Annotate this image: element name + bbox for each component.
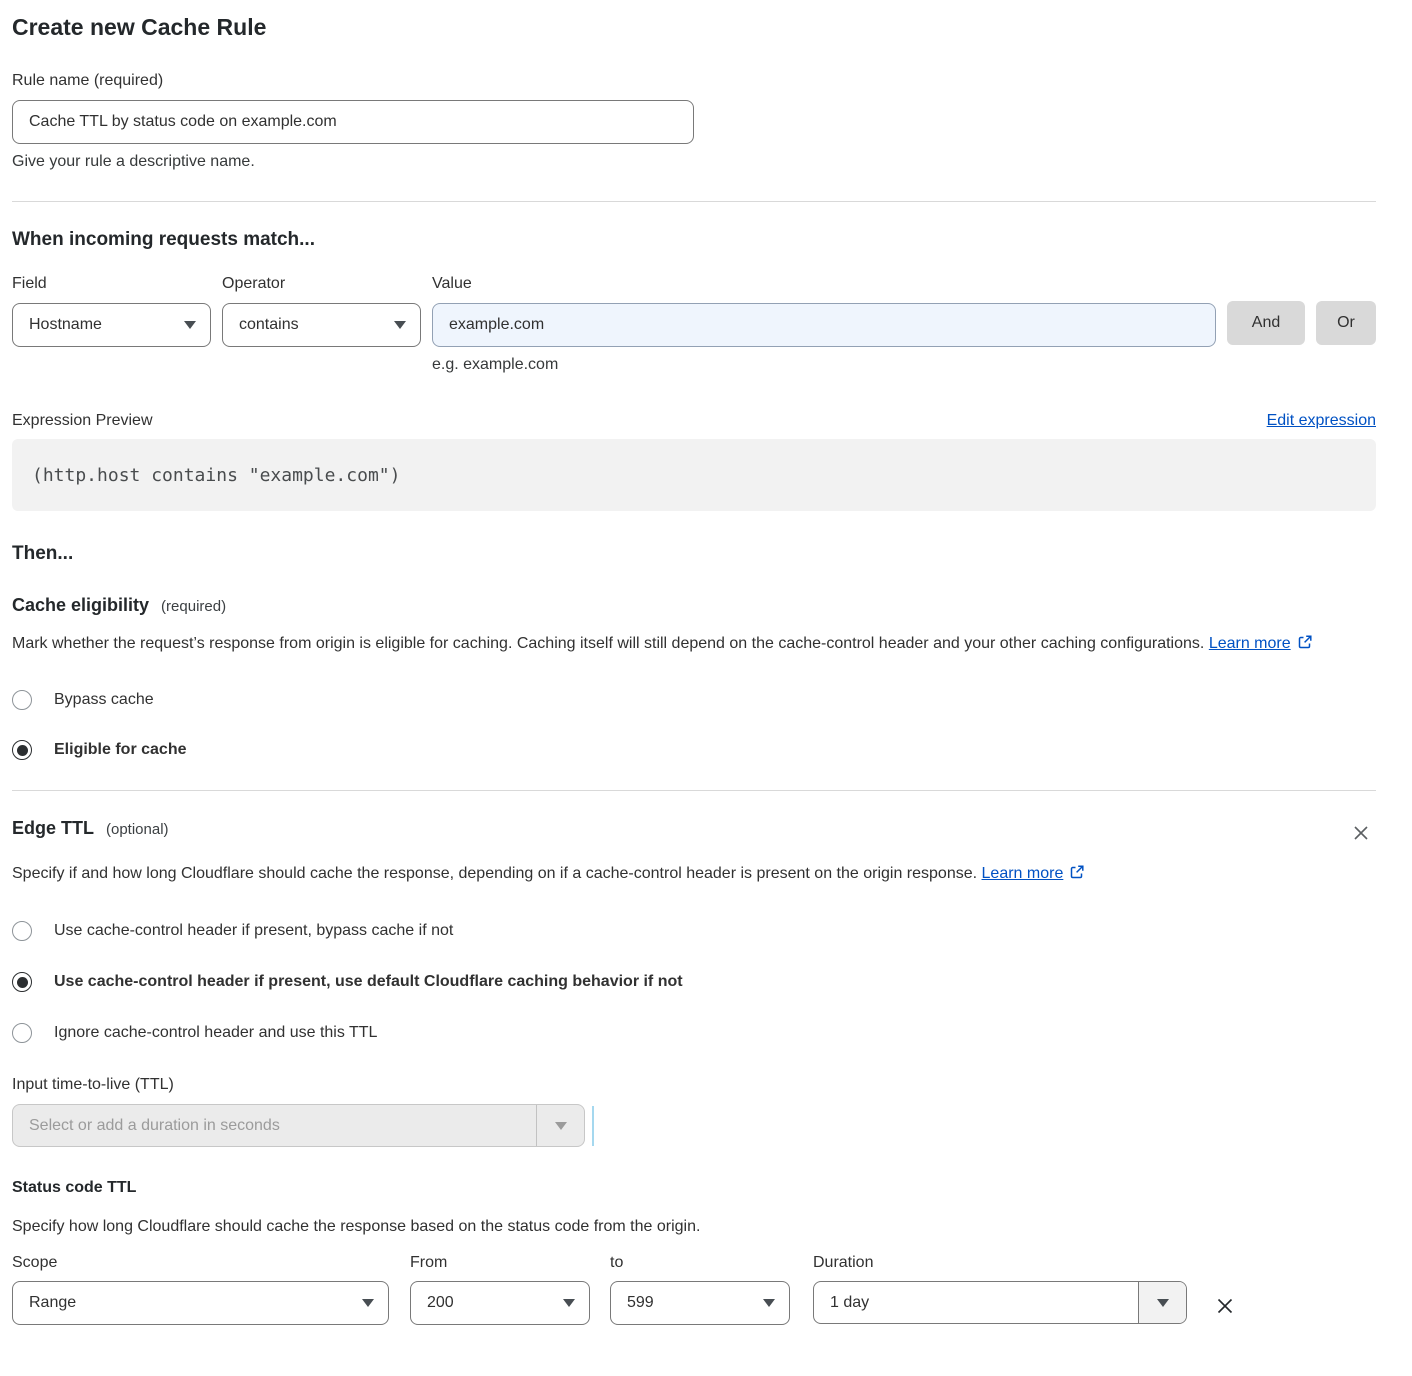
chevron-down-icon bbox=[563, 1299, 575, 1307]
scope-column: Scope Range bbox=[12, 1254, 389, 1325]
chevron-down-icon bbox=[555, 1122, 567, 1130]
duration-select[interactable]: 1 day bbox=[813, 1281, 1187, 1324]
cache-eligibility-qualifier: (required) bbox=[161, 598, 226, 615]
value-label: Value bbox=[432, 275, 1216, 293]
cache-eligibility-description-text: Mark whether the request’s response from… bbox=[12, 635, 1204, 652]
to-select[interactable]: 599 bbox=[610, 1281, 790, 1325]
match-expression-row: Field Hostname Operator contains Value e… bbox=[12, 275, 1376, 374]
radio-label: Ignore cache-control header and use this… bbox=[54, 1024, 377, 1042]
to-select-value: 599 bbox=[627, 1294, 654, 1312]
ttl-duration-select[interactable]: Select or add a duration in seconds bbox=[12, 1104, 585, 1147]
operator-select-value: contains bbox=[239, 316, 299, 334]
radio-label: Use cache-control header if present, byp… bbox=[54, 922, 453, 940]
edge-ttl-title-row: Edge TTL (optional) bbox=[12, 818, 169, 839]
duration-select-value: 1 day bbox=[814, 1282, 1138, 1323]
edge-ttl-description: Specify if and how long Cloudflare shoul… bbox=[12, 860, 1112, 890]
field-column: Field Hostname bbox=[12, 275, 211, 347]
cache-eligibility-description: Mark whether the request’s response from… bbox=[12, 630, 1376, 660]
radio-label: Bypass cache bbox=[54, 691, 154, 709]
radio-option-header-bypass[interactable]: Use cache-control header if present, byp… bbox=[12, 921, 1376, 941]
chevron-down-icon bbox=[394, 321, 406, 329]
status-code-ttl-row: Scope Range From 200 to 599 Duration 1 d… bbox=[12, 1254, 1376, 1325]
duration-label: Duration bbox=[813, 1254, 1187, 1272]
duration-dropdown-button[interactable] bbox=[1138, 1282, 1186, 1323]
radio-option-bypass-cache[interactable]: Bypass cache bbox=[12, 690, 1376, 710]
operator-select[interactable]: contains bbox=[222, 303, 421, 347]
status-code-ttl-title: Status code TTL bbox=[12, 1179, 1376, 1197]
cache-eligibility-title: Cache eligibility bbox=[12, 595, 149, 616]
operator-column: Operator contains bbox=[222, 275, 421, 347]
or-button[interactable]: Or bbox=[1316, 301, 1376, 345]
external-link-icon bbox=[1069, 862, 1085, 890]
status-code-ttl-description: Specify how long Cloudflare should cache… bbox=[12, 1213, 1376, 1241]
radio-icon-checked[interactable] bbox=[12, 740, 32, 760]
and-button[interactable]: And bbox=[1227, 301, 1305, 345]
ttl-duration-placeholder: Select or add a duration in seconds bbox=[13, 1105, 536, 1146]
field-select-value: Hostname bbox=[29, 316, 102, 334]
value-input[interactable] bbox=[432, 303, 1216, 347]
scope-label: Scope bbox=[12, 1254, 389, 1272]
edge-ttl-learn-more-link[interactable]: Learn more bbox=[982, 865, 1064, 882]
chevron-down-icon bbox=[362, 1299, 374, 1307]
edge-ttl-description-text: Specify if and how long Cloudflare shoul… bbox=[12, 865, 977, 882]
section-divider bbox=[12, 790, 1376, 791]
ttl-input-row: Select or add a duration in seconds bbox=[12, 1104, 1376, 1147]
edit-expression-link[interactable]: Edit expression bbox=[1267, 412, 1376, 430]
radio-option-header-default[interactable]: Use cache-control header if present, use… bbox=[12, 972, 1376, 992]
chevron-down-icon bbox=[1157, 1299, 1169, 1307]
rule-name-input[interactable] bbox=[12, 100, 694, 144]
focus-edge-bar bbox=[592, 1106, 594, 1146]
close-icon bbox=[1350, 822, 1372, 844]
expression-preview-header: Expression Preview Edit expression bbox=[12, 412, 1376, 430]
field-label: Field bbox=[12, 275, 211, 293]
section-divider bbox=[12, 201, 1376, 202]
scope-select-value: Range bbox=[29, 1294, 76, 1312]
radio-option-ignore-header[interactable]: Ignore cache-control header and use this… bbox=[12, 1023, 1376, 1043]
chevron-down-icon bbox=[763, 1299, 775, 1307]
rule-name-help: Give your rule a descriptive name. bbox=[12, 153, 1376, 171]
from-select-value: 200 bbox=[427, 1294, 454, 1312]
radio-icon[interactable] bbox=[12, 921, 32, 941]
edge-ttl-qualifier: (optional) bbox=[106, 821, 169, 838]
then-heading: Then... bbox=[12, 543, 1376, 565]
edge-ttl-close-button[interactable] bbox=[1346, 818, 1376, 848]
external-link-icon bbox=[1297, 632, 1313, 660]
ttl-duration-dropdown-button[interactable] bbox=[536, 1105, 584, 1146]
to-column: to 599 bbox=[610, 1254, 790, 1325]
duration-column: Duration 1 day bbox=[813, 1254, 1187, 1324]
cache-rule-form: Create new Cache Rule Rule name (require… bbox=[12, 14, 1376, 1325]
cache-eligibility-learn-more-link[interactable]: Learn more bbox=[1209, 635, 1291, 652]
match-heading: When incoming requests match... bbox=[12, 229, 1376, 251]
radio-icon[interactable] bbox=[12, 690, 32, 710]
cache-eligibility-header: Cache eligibility (required) bbox=[12, 595, 1376, 616]
edge-ttl-title: Edge TTL bbox=[12, 818, 94, 839]
from-select[interactable]: 200 bbox=[410, 1281, 590, 1325]
close-icon bbox=[1213, 1294, 1237, 1318]
page-title: Create new Cache Rule bbox=[12, 14, 1376, 41]
remove-status-ttl-row-button[interactable] bbox=[1209, 1290, 1241, 1322]
expression-preview-label: Expression Preview bbox=[12, 412, 153, 430]
expression-code: (http.host contains "example.com") bbox=[32, 465, 400, 486]
radio-label: Eligible for cache bbox=[54, 741, 186, 759]
to-label: to bbox=[610, 1254, 790, 1272]
rule-name-block: Rule name (required) Give your rule a de… bbox=[12, 72, 1376, 171]
value-column: Value e.g. example.com bbox=[432, 275, 1216, 374]
operator-label: Operator bbox=[222, 275, 421, 293]
value-example-help: e.g. example.com bbox=[432, 356, 1216, 374]
expression-preview-box: (http.host contains "example.com") bbox=[12, 439, 1376, 511]
chevron-down-icon bbox=[184, 321, 196, 329]
rule-name-label: Rule name (required) bbox=[12, 72, 1376, 90]
from-label: From bbox=[410, 1254, 590, 1272]
from-column: From 200 bbox=[410, 1254, 590, 1325]
field-select[interactable]: Hostname bbox=[12, 303, 211, 347]
radio-icon[interactable] bbox=[12, 1023, 32, 1043]
scope-select[interactable]: Range bbox=[12, 1281, 389, 1325]
edge-ttl-header: Edge TTL (optional) bbox=[12, 818, 1376, 848]
ttl-input-label: Input time-to-live (TTL) bbox=[12, 1076, 1376, 1094]
radio-option-eligible-for-cache[interactable]: Eligible for cache bbox=[12, 740, 1376, 760]
radio-icon-checked[interactable] bbox=[12, 972, 32, 992]
radio-label: Use cache-control header if present, use… bbox=[54, 973, 683, 991]
